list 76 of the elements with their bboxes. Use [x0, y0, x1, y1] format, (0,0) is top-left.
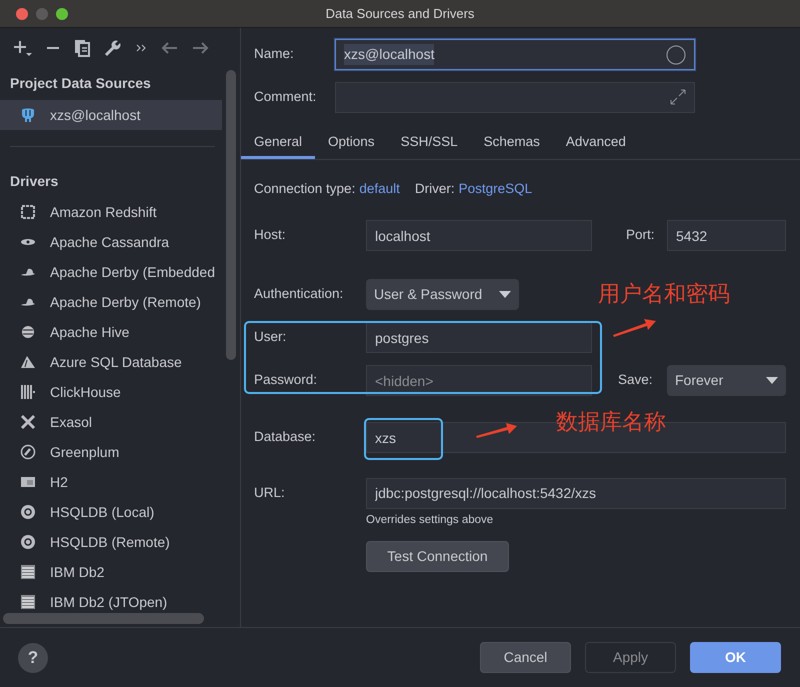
field-label: Name: [254, 45, 295, 64]
field-label: Connection type: [254, 180, 356, 198]
stripes-icon [20, 594, 36, 610]
driver-item[interactable]: Greenplum [0, 437, 222, 467]
name-field[interactable]: xzs@localhost [335, 39, 695, 70]
user-field[interactable]: postgres [366, 322, 592, 353]
driver-item[interactable]: HSQLDB (Local) [0, 497, 222, 527]
driver-item[interactable]: ClickHouse [0, 377, 222, 407]
link[interactable]: default [359, 178, 400, 200]
save-dropdown[interactable]: Forever [667, 365, 786, 396]
wrench-icon[interactable] [104, 39, 122, 57]
driver-item[interactable]: IBM Db2 [0, 557, 222, 587]
authentication-dropdown[interactable]: User & Password [366, 279, 519, 310]
caret-icon [766, 377, 778, 384]
arrow [613, 318, 656, 337]
tab[interactable]: SSH/SSL [388, 129, 471, 159]
field-label: Comment: [254, 88, 318, 106]
driver-item[interactable]: Azure SQL Database [0, 347, 222, 377]
dialog-button[interactable]: Cancel [480, 642, 571, 673]
data-source-item[interactable]: xzs@localhost [0, 100, 222, 130]
section-heading: Project Data Sources [9, 74, 152, 93]
comment-field[interactable] [335, 82, 695, 112]
bars-icon [20, 384, 36, 400]
field-label: Authentication: [254, 285, 344, 304]
zoom-button[interactable] [56, 8, 68, 20]
chip-icon [20, 204, 36, 220]
tab[interactable]: General [241, 129, 316, 159]
driver-item[interactable]: Apache Cassandra [0, 227, 222, 257]
elephant-icon [20, 107, 36, 123]
tab[interactable]: Advanced [552, 129, 639, 159]
field-label: Host: [254, 226, 287, 244]
square-icon [20, 474, 36, 490]
caret-icon [499, 291, 511, 298]
test-connection-button[interactable]: Test Connection [366, 541, 509, 572]
field-label: Port: [626, 226, 656, 244]
annotation-text: 用户名和密码 [598, 283, 730, 305]
driver-item[interactable]: H2 [0, 467, 222, 497]
copy-icon[interactable] [74, 39, 90, 57]
forward-arrow-icon[interactable] [192, 41, 210, 55]
more-icon[interactable] [136, 44, 146, 52]
driver-item[interactable]: Amazon Redshift [0, 197, 222, 227]
field-label: Database: [254, 428, 317, 446]
stripes-icon [20, 564, 36, 580]
vertical-scrollbar[interactable] [226, 70, 236, 360]
arrow [476, 423, 517, 438]
field-label: Save: [618, 371, 654, 390]
link[interactable]: PostgreSQL [458, 178, 532, 200]
back-arrow-icon[interactable] [160, 41, 178, 55]
field-label: URL: [254, 484, 286, 502]
x-icon [20, 414, 36, 430]
driver-item[interactable]: IBM Db2 (JTOpen) [0, 587, 222, 617]
tab[interactable]: Options [315, 129, 388, 159]
host-field[interactable]: localhost [366, 220, 592, 251]
driver-item[interactable]: Apache Derby (Remote) [0, 287, 222, 317]
hint-text: Overrides settings above [366, 513, 494, 528]
port-field[interactable]: 5432 [667, 220, 786, 251]
driver-item[interactable]: Exasol [0, 407, 222, 437]
driver-item[interactable]: Apache Derby (Embedded [0, 257, 222, 287]
field-label: Password: [254, 371, 318, 390]
gauge-icon [20, 444, 36, 460]
window-title: Data Sources and Drivers [326, 6, 474, 21]
driver-item[interactable]: HSQLDB (Remote) [0, 527, 222, 557]
triangle-icon [20, 354, 36, 370]
close-button[interactable] [16, 8, 28, 20]
help-button[interactable]: ? [18, 642, 48, 672]
field-label: Driver: [414, 180, 455, 198]
expand-icon [670, 89, 686, 105]
section-heading: Drivers [9, 172, 60, 191]
add-icon[interactable] [12, 39, 32, 57]
url-field[interactable]: jdbc:postgresql://localhost:5432/xzs [366, 478, 786, 508]
horizontal-scrollbar[interactable] [3, 613, 204, 624]
driver-item[interactable]: Apache Hive [0, 317, 222, 347]
circle-icon [666, 44, 686, 64]
password-field[interactable]: <hidden> [366, 365, 592, 396]
field-label: User: [254, 328, 288, 346]
tab[interactable]: Schemas [470, 129, 553, 159]
